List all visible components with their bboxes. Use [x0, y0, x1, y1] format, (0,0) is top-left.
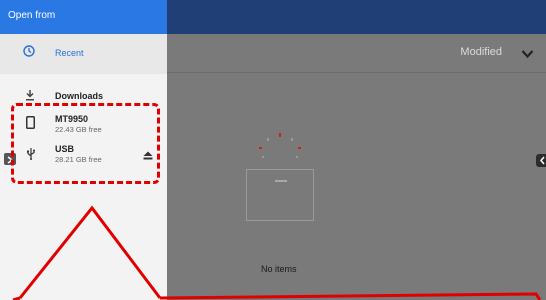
callout-annotation — [12, 205, 542, 300]
